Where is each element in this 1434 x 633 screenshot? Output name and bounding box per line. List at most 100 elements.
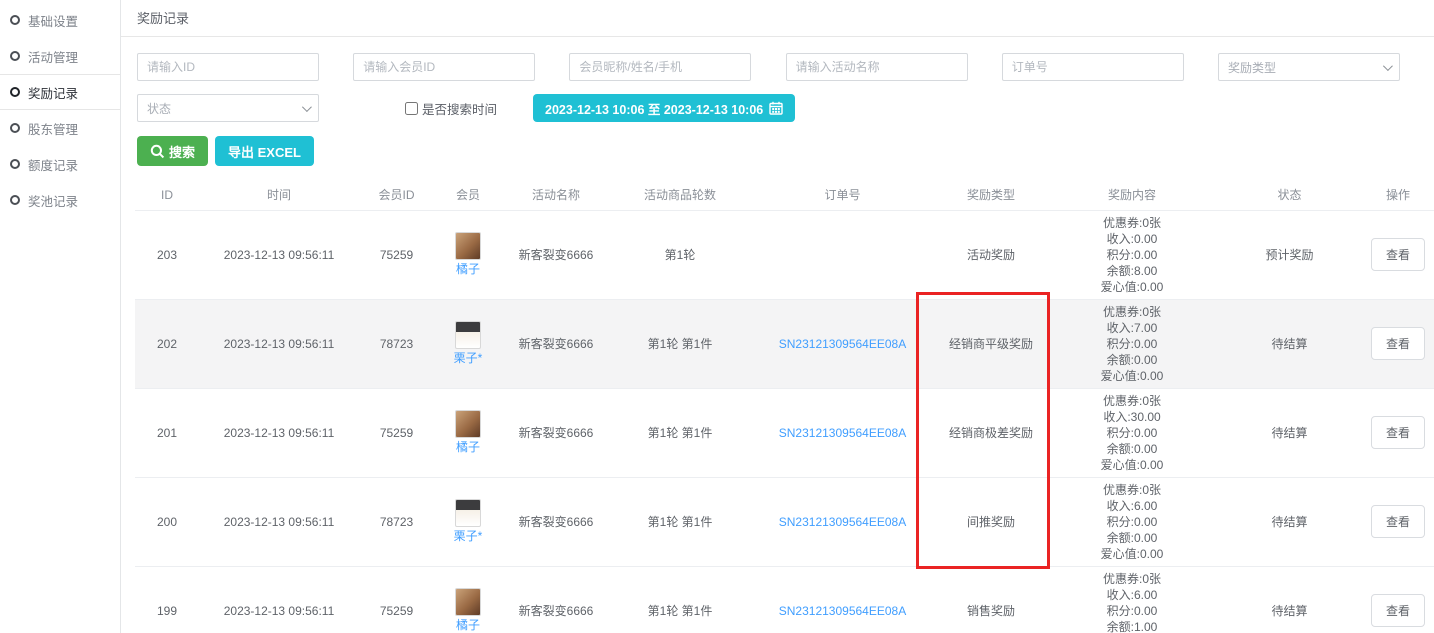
cell-time: 2023-12-13 09:56:11 xyxy=(199,477,359,566)
member-id-input[interactable] xyxy=(353,53,535,81)
reward-content-line: 收入:6.00 xyxy=(1049,498,1215,514)
cell-action: 查看 xyxy=(1362,210,1434,299)
sidebar-item-shareholder-management[interactable]: 股东管理 xyxy=(0,110,120,146)
activity-name-input[interactable] xyxy=(786,53,968,81)
sidebar-item-prizepool-records[interactable]: 奖池记录 xyxy=(0,182,120,218)
cell-time: 2023-12-13 09:56:11 xyxy=(199,299,359,388)
reward-content-line: 收入:0.00 xyxy=(1049,231,1215,247)
search-time-checkbox[interactable] xyxy=(405,102,418,115)
cell-status: 预计奖励 xyxy=(1217,210,1362,299)
cell-rounds: 第1轮 第1件 xyxy=(610,388,750,477)
table-header-row: ID 时间 会员ID 会员 活动名称 活动商品轮数 订单号 奖励类型 奖励内容 … xyxy=(135,180,1434,210)
cell-activity: 新客裂变6666 xyxy=(502,210,610,299)
reward-content-line: 积分:0.00 xyxy=(1049,336,1215,352)
member-name-input[interactable] xyxy=(569,53,751,81)
order-no-link[interactable]: SN23121309564EE08A xyxy=(779,604,906,618)
cell-rounds: 第1轮 第1件 xyxy=(610,299,750,388)
member-avatar[interactable] xyxy=(455,321,481,349)
cell-id: 201 xyxy=(135,388,199,477)
order-no-link[interactable]: SN23121309564EE08A xyxy=(779,337,906,351)
cell-member-id: 78723 xyxy=(359,477,434,566)
cell-reward-type: 经销商极差奖励 xyxy=(935,388,1047,477)
table-row: 202 2023-12-13 09:56:11 78723 栗子* 新客裂变66… xyxy=(135,299,1434,388)
cell-reward-content: 优惠券:0张 收入:7.00 积分:0.00 余额:0.00 爱心值:0.00 xyxy=(1047,299,1217,388)
cell-reward-type: 经销商平级奖励 xyxy=(935,299,1047,388)
member-avatar[interactable] xyxy=(455,588,481,616)
cell-member-id: 75259 xyxy=(359,566,434,633)
cell-activity: 新客裂变6666 xyxy=(502,388,610,477)
sidebar-item-activity-management[interactable]: 活动管理 xyxy=(0,38,120,74)
member-avatar[interactable] xyxy=(455,499,481,527)
sidebar-item-quota-records[interactable]: 额度记录 xyxy=(0,146,120,182)
reward-content-line: 积分:0.00 xyxy=(1049,247,1215,263)
order-no-link[interactable]: SN23121309564EE08A xyxy=(779,426,906,440)
sidebar-item-basic-settings[interactable]: 基础设置 xyxy=(0,2,120,38)
member-name-link[interactable]: 橘子 xyxy=(456,262,480,276)
cell-status: 待结算 xyxy=(1217,477,1362,566)
sidebar-item-label: 活动管理 xyxy=(28,47,78,66)
export-excel-button[interactable]: 导出 EXCEL xyxy=(215,136,314,166)
cell-activity: 新客裂变6666 xyxy=(502,566,610,633)
col-header-action: 操作 xyxy=(1362,180,1434,210)
cell-reward-type: 活动奖励 xyxy=(935,210,1047,299)
reward-content-line: 余额:0.00 xyxy=(1049,441,1215,457)
cell-member-id: 75259 xyxy=(359,388,434,477)
cell-id: 202 xyxy=(135,299,199,388)
sidebar-item-label: 额度记录 xyxy=(28,155,78,174)
cell-rounds: 第1轮 xyxy=(610,210,750,299)
reward-content-line: 优惠券:0张 xyxy=(1049,571,1215,587)
cell-reward-content: 优惠券:0张 收入:6.00 积分:0.00 余额:0.00 爱心值:0.00 xyxy=(1047,477,1217,566)
status-select[interactable]: 状态 xyxy=(137,94,319,122)
radio-circle-icon xyxy=(10,123,20,133)
reward-content-line: 余额:0.00 xyxy=(1049,530,1215,546)
col-header-member: 会员 xyxy=(434,180,502,210)
member-avatar[interactable] xyxy=(455,232,481,260)
sidebar-item-label: 奖池记录 xyxy=(28,191,78,210)
sidebar-item-reward-records[interactable]: 奖励记录 xyxy=(0,74,120,110)
view-button[interactable]: 查看 xyxy=(1371,416,1425,449)
cell-member: 栗子* xyxy=(434,477,502,566)
view-button[interactable]: 查看 xyxy=(1371,505,1425,538)
col-header-status: 状态 xyxy=(1217,180,1362,210)
member-name-link[interactable]: 橘子 xyxy=(456,618,480,632)
reward-content-line: 优惠券:0张 xyxy=(1049,482,1215,498)
cell-time: 2023-12-13 09:56:11 xyxy=(199,566,359,633)
reward-content-line: 爱心值:0.00 xyxy=(1049,546,1215,562)
search-time-checkbox-wrap: 是否搜索时间 xyxy=(405,99,497,118)
member-avatar[interactable] xyxy=(455,410,481,438)
cell-action: 查看 xyxy=(1362,566,1434,633)
radio-circle-icon xyxy=(10,87,20,97)
id-input[interactable] xyxy=(137,53,319,81)
radio-circle-icon xyxy=(10,51,20,61)
cell-member-id: 78723 xyxy=(359,299,434,388)
order-no-input[interactable] xyxy=(1002,53,1184,81)
view-button[interactable]: 查看 xyxy=(1371,238,1425,271)
col-header-member-id: 会员ID xyxy=(359,180,434,210)
reward-content-line: 收入:30.00 xyxy=(1049,409,1215,425)
cell-reward-content: 优惠券:0张 收入:6.00 积分:0.00 余额:1.00 爱心值:0.00 xyxy=(1047,566,1217,633)
order-no-link[interactable]: SN23121309564EE08A xyxy=(779,515,906,529)
cell-order xyxy=(750,210,935,299)
reward-content-line: 收入:7.00 xyxy=(1049,320,1215,336)
date-range-text: 2023-12-13 10:06 至 2023-12-13 10:06 xyxy=(545,99,763,118)
reward-content-line: 优惠券:0张 xyxy=(1049,393,1215,409)
col-header-time: 时间 xyxy=(199,180,359,210)
cell-status: 待结算 xyxy=(1217,299,1362,388)
status-select-value: 状态 xyxy=(147,100,171,117)
member-name-link[interactable]: 栗子* xyxy=(454,529,483,543)
reward-content-line: 优惠券:0张 xyxy=(1049,215,1215,231)
member-name-link[interactable]: 栗子* xyxy=(454,351,483,365)
date-range-button[interactable]: 2023-12-13 10:06 至 2023-12-13 10:06 xyxy=(533,94,795,122)
filter-panel: 奖励类型 状态 是否搜索时间 2023-12-13 10:06 至 2023-1… xyxy=(121,37,1434,122)
cell-member-id: 75259 xyxy=(359,210,434,299)
cell-time: 2023-12-13 09:56:11 xyxy=(199,210,359,299)
reward-content-line: 积分:0.00 xyxy=(1049,425,1215,441)
view-button[interactable]: 查看 xyxy=(1371,327,1425,360)
cell-status: 待结算 xyxy=(1217,388,1362,477)
chevron-down-icon xyxy=(1383,61,1393,71)
reward-type-select[interactable]: 奖励类型 xyxy=(1218,53,1400,81)
view-button[interactable]: 查看 xyxy=(1371,594,1425,627)
search-button[interactable]: 搜索 xyxy=(137,136,208,166)
search-icon xyxy=(150,144,165,159)
member-name-link[interactable]: 橘子 xyxy=(456,440,480,454)
